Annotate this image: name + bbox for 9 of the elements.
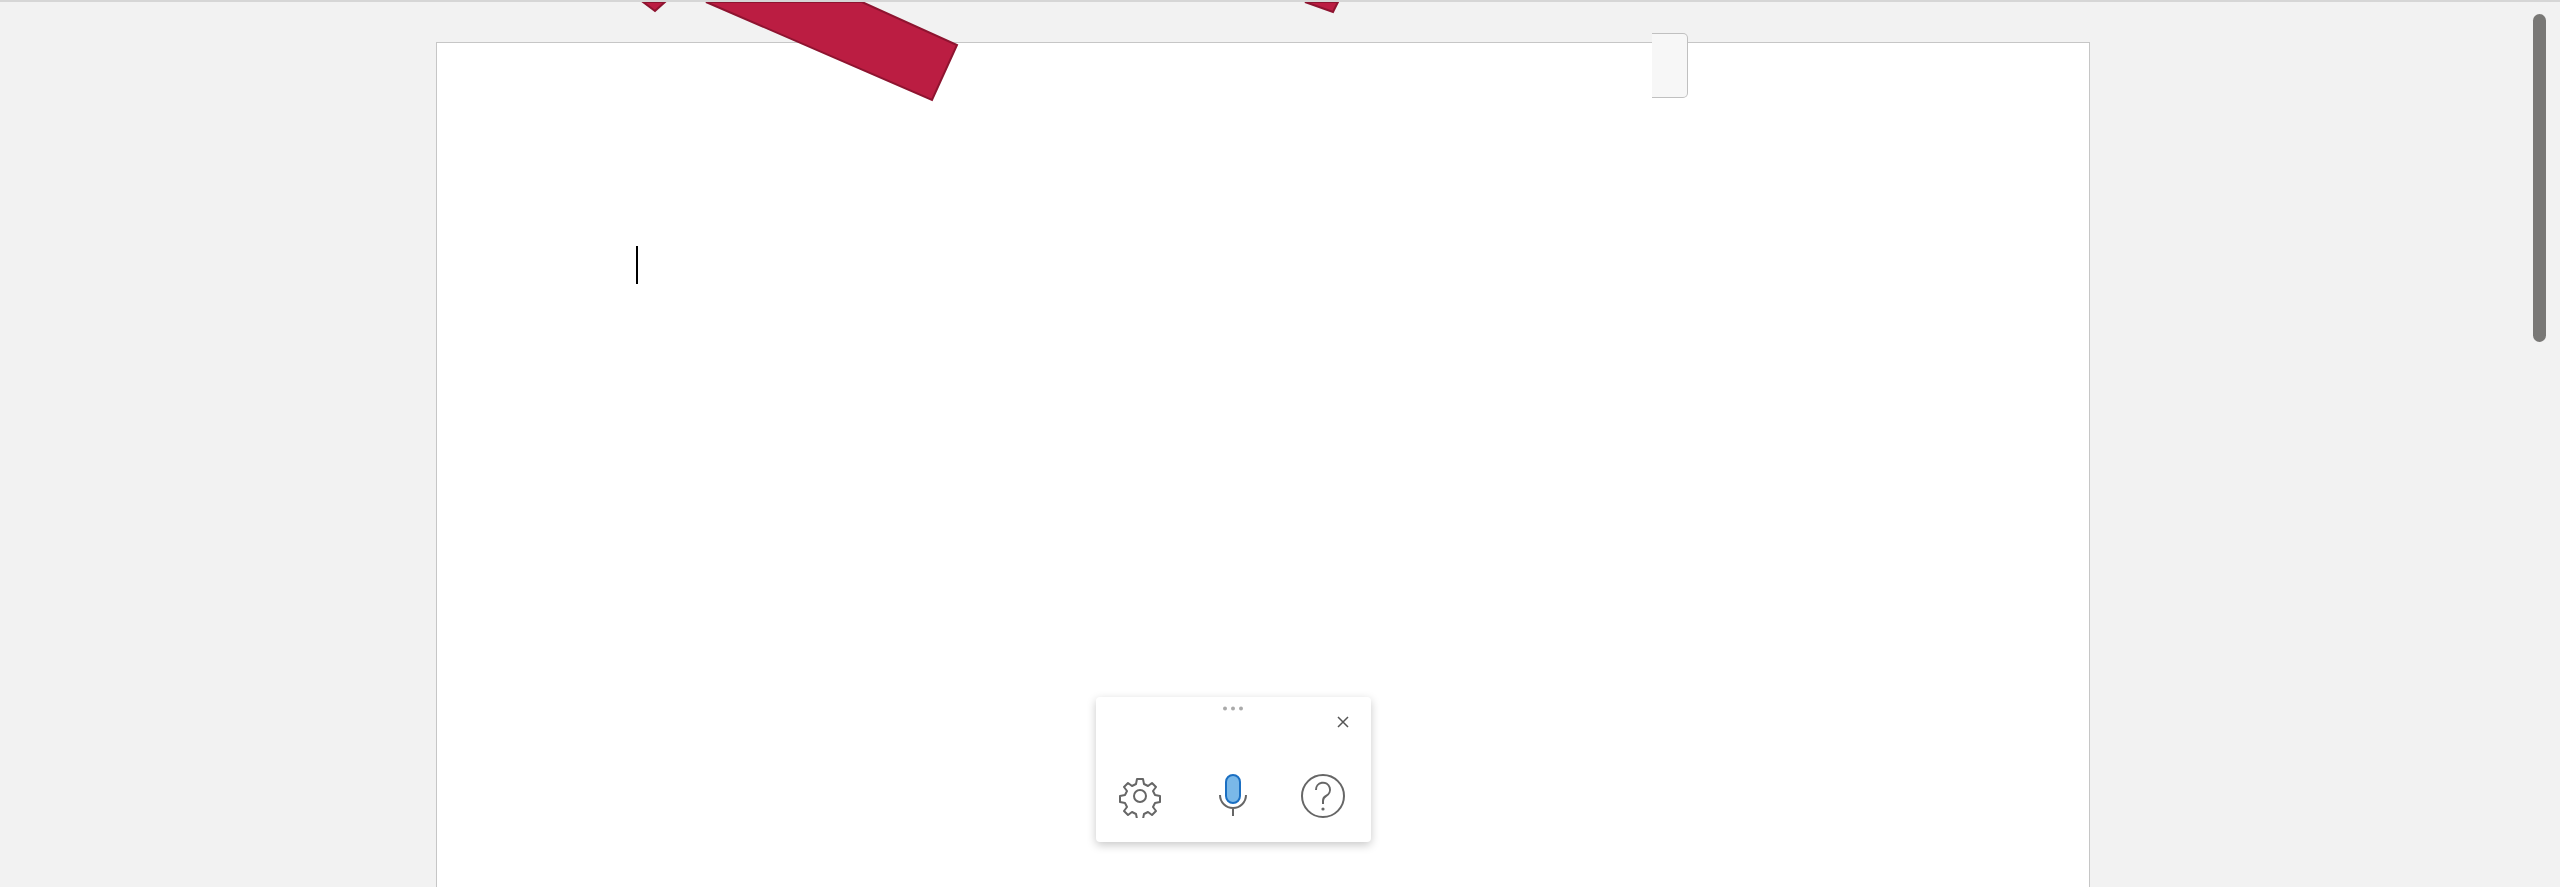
text-cursor: [636, 246, 638, 284]
help-icon: [1300, 773, 1346, 819]
help-button[interactable]: [1299, 772, 1347, 820]
ribbon-tip-shape: [1304, 2, 1340, 14]
ribbon-tip-shape: [640, 2, 668, 13]
close-icon: [1336, 715, 1350, 729]
scrollbar-thumb[interactable]: [2533, 14, 2546, 342]
microphone-icon: [1218, 773, 1248, 817]
drag-handle-icon[interactable]: [1222, 706, 1244, 711]
